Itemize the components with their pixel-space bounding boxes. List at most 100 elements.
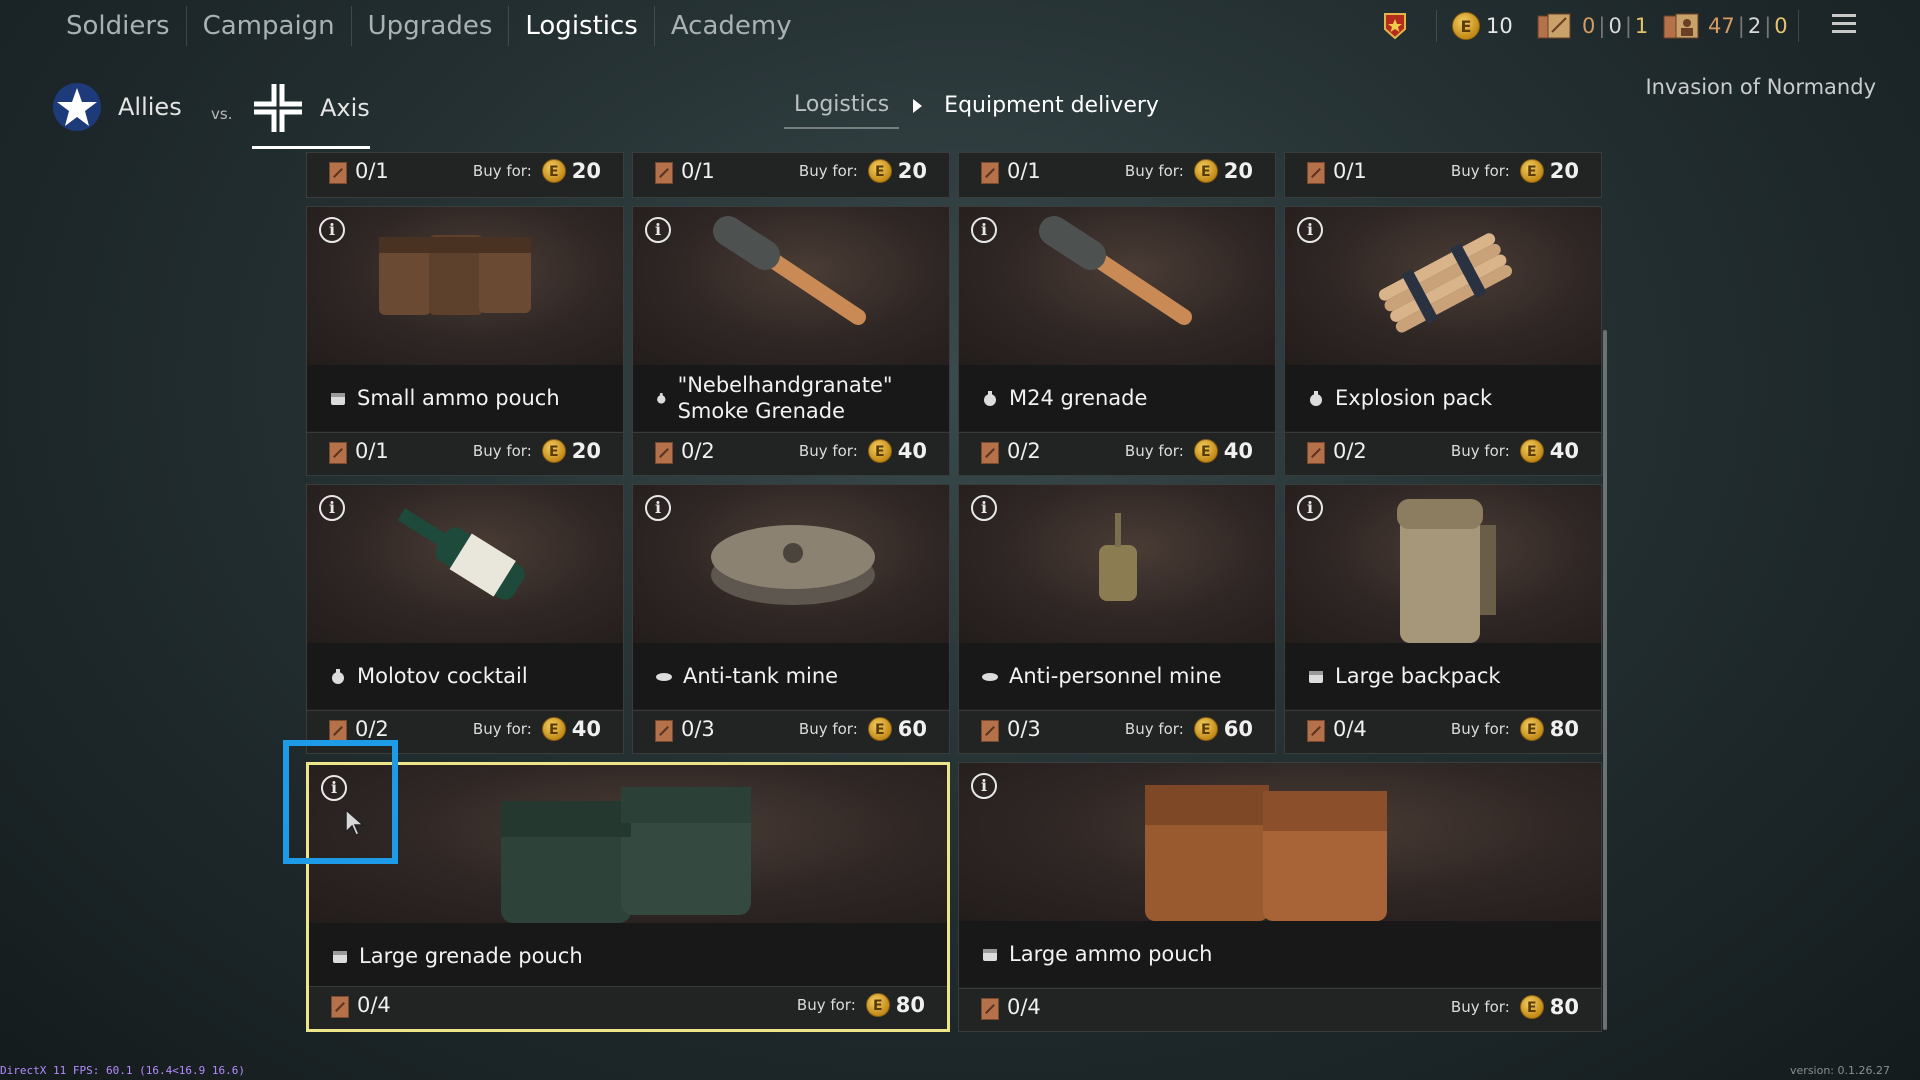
info-icon[interactable]: i — [319, 217, 345, 243]
buy-button[interactable]: Buy for: E 80 — [797, 993, 925, 1017]
item-card-smoke-grenade[interactable]: i "Nebelhandgranate" Smoke Grenade 0/2 B… — [632, 206, 950, 476]
axis-label: Axis — [320, 94, 370, 122]
item-image — [1285, 207, 1601, 365]
item-image — [959, 207, 1275, 365]
item-count: 0/1 — [1007, 159, 1041, 183]
molotov-image — [397, 508, 525, 600]
buy-label: Buy for: — [1124, 442, 1184, 460]
tab-academy[interactable]: Academy — [655, 6, 808, 46]
info-icon[interactable]: i — [1297, 217, 1323, 243]
ammo-pouch-image — [379, 235, 531, 315]
info-icon[interactable]: i — [971, 217, 997, 243]
item-name: Explosion pack — [1335, 386, 1493, 410]
tab-campaign[interactable]: Campaign — [187, 6, 352, 46]
item-card-explosion-pack[interactable]: i Explosion pack 0/2 Buy for: E 40 — [1284, 206, 1602, 476]
ticket-icon — [1307, 720, 1325, 742]
faction-axis[interactable]: Axis — [252, 82, 370, 149]
pouch-icon — [331, 393, 345, 405]
buy-button[interactable]: Buy for: E 60 — [1125, 717, 1253, 741]
item-image — [307, 485, 623, 643]
grenade-icon — [657, 393, 666, 404]
buy-button[interactable]: Buy for: E 20 — [473, 159, 601, 183]
info-icon[interactable]: i — [971, 773, 997, 799]
tab-logistics[interactable]: Logistics — [509, 6, 655, 46]
item-name-bar: "Nebelhandgranate" Smoke Grenade — [633, 365, 949, 431]
buy-button[interactable]: Buy for: E 80 — [1451, 717, 1579, 741]
rank-badge-icon[interactable] — [1380, 8, 1410, 44]
buy-button[interactable]: Buy for: E 40 — [473, 717, 601, 741]
item-card-m24-grenade[interactable]: i M24 grenade 0/2 Buy for: E 40 — [958, 206, 1276, 476]
item-image — [959, 485, 1275, 643]
coin-icon: E — [1519, 439, 1544, 463]
tickets-b-2: 2 — [1747, 14, 1762, 38]
item-count: 0/1 — [1333, 159, 1367, 183]
item-price: 80 — [1549, 717, 1579, 741]
tab-soldiers[interactable]: Soldiers — [50, 6, 187, 46]
item-card-partial[interactable]: 0/1 Buy for: E 20 — [306, 152, 624, 198]
tickets-a: 0 | 0 | 1 — [1536, 8, 1648, 44]
faction-allies[interactable]: Allies — [52, 82, 182, 132]
item-card-partial[interactable]: 0/1 Buy for: E 20 — [632, 152, 950, 198]
breadcrumb: Logistics Equipment delivery — [784, 92, 1159, 129]
buy-button[interactable]: Buy for: E 20 — [1451, 159, 1579, 183]
item-card-large-grenade-pouch[interactable]: i Large grenade pouch 0/4 Buy for: E 80 — [306, 762, 950, 1032]
item-count: 0/1 — [355, 439, 389, 463]
scrollbar[interactable] — [1603, 330, 1607, 1030]
fps-readout: DirectX 11 FPS: 60.1 (16.4<16.9 16.6) — [0, 1064, 246, 1077]
buy-button[interactable]: Buy for: E 40 — [1125, 439, 1253, 463]
large-backpack-image — [1397, 499, 1496, 643]
info-icon[interactable]: i — [319, 495, 345, 521]
m24-grenade-image — [1039, 216, 1192, 325]
item-name: Large grenade pouch — [359, 944, 583, 968]
coin-icon: E — [1519, 717, 1544, 741]
item-name: Small ammo pouch — [357, 386, 560, 410]
tickets-b-1: 47 — [1708, 14, 1735, 38]
item-card-molotov[interactable]: i Molotov cocktail 0/2 Buy for: E 40 — [306, 484, 624, 754]
vs-label: vs. — [211, 105, 233, 123]
pouch-icon — [333, 951, 347, 963]
buy-button[interactable]: Buy for: E 40 — [1451, 439, 1579, 463]
tab-upgrades[interactable]: Upgrades — [352, 6, 510, 46]
item-card-large-ammo-pouch[interactable]: i Large ammo pouch 0/4 Buy for: E 80 — [958, 762, 1602, 1032]
info-icon[interactable]: i — [645, 217, 671, 243]
buy-button[interactable]: Buy for: E 80 — [1451, 995, 1579, 1019]
smoke-grenade-image — [713, 216, 866, 325]
tickets-a-2: 0 — [1608, 14, 1622, 38]
breadcrumb-logistics[interactable]: Logistics — [784, 92, 900, 129]
item-card-large-backpack[interactable]: i Large backpack 0/4 Buy for: E 80 — [1284, 484, 1602, 754]
buy-button[interactable]: Buy for: E 20 — [473, 439, 601, 463]
item-name: Molotov cocktail — [357, 664, 528, 688]
tickets-b-3: 0 — [1774, 14, 1788, 38]
coin-icon: E — [865, 993, 890, 1017]
item-price: 20 — [897, 159, 927, 183]
large-ammo-pouch-image — [1145, 785, 1387, 921]
buy-button[interactable]: Buy for: E 40 — [799, 439, 927, 463]
mouse-cursor-icon — [345, 808, 365, 836]
anti-personnel-mine-image — [1099, 513, 1137, 601]
item-card-anti-tank-mine[interactable]: i Anti-tank mine 0/3 Buy for: E 60 — [632, 484, 950, 754]
item-count: 0/1 — [681, 159, 715, 183]
explosion-pack-image — [1378, 233, 1513, 333]
item-name: Large ammo pouch — [1009, 942, 1213, 966]
buy-button[interactable]: Buy for: E 60 — [799, 717, 927, 741]
ticket-icon — [329, 442, 347, 464]
item-image — [633, 207, 949, 365]
info-icon[interactable]: i — [645, 495, 671, 521]
item-card-partial[interactable]: 0/1 Buy for: E 20 — [1284, 152, 1602, 198]
buy-button[interactable]: Buy for: E 20 — [799, 159, 927, 183]
main-tabs: Soldiers Campaign Upgrades Logistics Aca… — [50, 6, 808, 46]
item-count: 0/2 — [1333, 439, 1367, 463]
info-icon[interactable]: i — [1297, 495, 1323, 521]
ticket-icon — [655, 442, 673, 464]
item-price: 40 — [571, 717, 601, 741]
item-card-anti-personnel-mine[interactable]: i Anti-personnel mine 0/3 Buy for: E 60 — [958, 484, 1276, 754]
grenade-icon — [332, 669, 344, 684]
item-card-partial[interactable]: 0/1 Buy for: E 20 — [958, 152, 1276, 198]
item-card-small-ammo-pouch[interactable]: i Small ammo pouch 0/1 Buy for: E 20 — [306, 206, 624, 476]
buy-button[interactable]: Buy for: E 20 — [1125, 159, 1253, 183]
anti-tank-mine-image — [711, 525, 875, 605]
info-icon[interactable]: i — [971, 495, 997, 521]
item-count: 0/2 — [681, 439, 715, 463]
menu-icon[interactable] — [1832, 14, 1856, 36]
item-name: Anti-tank mine — [683, 664, 839, 688]
